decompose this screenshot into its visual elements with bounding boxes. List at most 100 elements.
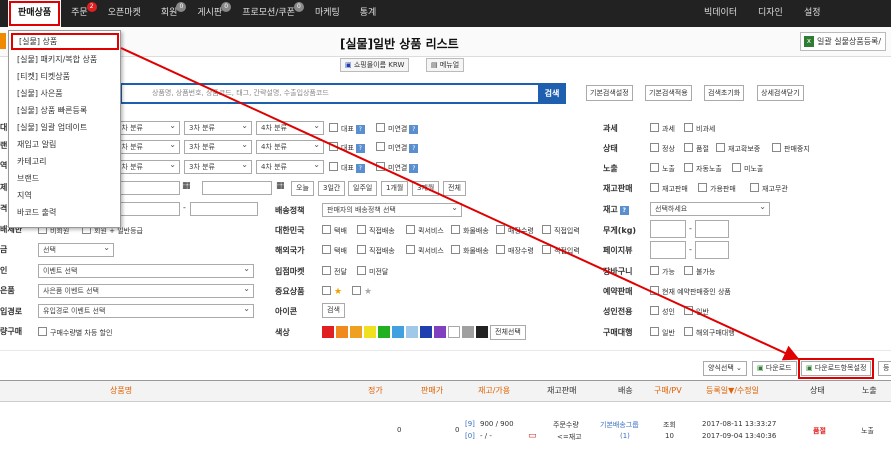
menu-item-quick-register[interactable]: [실물] 상품 빠른등록: [17, 105, 87, 116]
nav-marketing[interactable]: 마케팅: [305, 0, 350, 27]
menu-item-ticket[interactable]: [티켓] 티켓상품: [17, 71, 70, 82]
not-important-checkbox[interactable]: ★: [352, 286, 372, 297]
help-icon[interactable]: ?: [355, 125, 365, 134]
download-button[interactable]: ▣ 다운로드: [752, 361, 797, 376]
color-swatch[interactable]: [420, 326, 432, 338]
help-icon[interactable]: ?: [409, 144, 419, 153]
help-icon[interactable]: ?: [409, 164, 419, 173]
stock-any-checkbox[interactable]: 재고무관: [750, 183, 788, 194]
download-setting-button[interactable]: ▣ 다운로드항목설정: [797, 358, 875, 379]
date-week-button[interactable]: 일주일: [348, 181, 378, 196]
category-3-select[interactable]: 3차 분류: [184, 120, 252, 135]
domestic-freight-checkbox[interactable]: 화물배송: [451, 225, 489, 236]
color-swatch[interactable]: [322, 326, 334, 338]
status-soldout-checkbox[interactable]: 품절: [684, 143, 709, 154]
tax-checkbox[interactable]: 과세: [650, 123, 675, 134]
menu-item-category[interactable]: 카테고리: [17, 156, 46, 167]
domestic-store-checkbox[interactable]: 매장수령: [496, 225, 534, 236]
basic-search-setting-button[interactable]: 기본검색설정: [586, 85, 633, 101]
nav-design[interactable]: 디자인: [758, 0, 783, 27]
overseas-store-checkbox[interactable]: 매장수령: [496, 245, 534, 256]
nav-orders[interactable]: 주문 2: [61, 0, 98, 27]
openmarket-sent-checkbox[interactable]: 전달: [322, 266, 347, 277]
date-to-input[interactable]: [202, 181, 272, 195]
menu-item-brand[interactable]: 브랜드: [17, 173, 39, 184]
date-3days-button[interactable]: 3일간: [318, 181, 346, 196]
side-tab[interactable]: [0, 33, 6, 49]
form-select[interactable]: 양식선택 ⌄: [703, 361, 747, 376]
stock-sale-checkbox[interactable]: 재고판매: [650, 183, 688, 194]
pageview-max-input[interactable]: [695, 241, 729, 259]
cell-ship-group[interactable]: 기본배송그룹: [600, 420, 639, 430]
rep-checkbox[interactable]: 대표?: [329, 142, 365, 153]
color-select-all-button[interactable]: 전체선택: [490, 325, 526, 340]
stock-select[interactable]: 선택하세요: [650, 201, 770, 216]
date-today-button[interactable]: 오늘: [291, 181, 314, 196]
color-swatch[interactable]: [364, 326, 376, 338]
bulk-discount-checkbox[interactable]: 구매수량별 차등 할인: [38, 327, 112, 338]
cart-yes-checkbox[interactable]: 가능: [650, 266, 675, 277]
col-name[interactable]: 상품명: [110, 380, 132, 402]
overseas-quick-checkbox[interactable]: 퀵서비스: [406, 245, 444, 256]
pageview-min-input[interactable]: [650, 241, 686, 259]
menu-item-product[interactable]: [실물] 상품: [11, 33, 119, 50]
menu-item-region[interactable]: 지역: [17, 190, 32, 201]
overseas-direct-checkbox[interactable]: 직접배송: [357, 245, 395, 256]
color-swatch[interactable]: [406, 326, 418, 338]
basic-search-apply-button[interactable]: 기본검색적용: [645, 85, 692, 101]
taxfree-checkbox[interactable]: 비과세: [684, 123, 715, 134]
color-swatch[interactable]: [462, 326, 474, 338]
cart-no-checkbox[interactable]: 불가능: [684, 266, 715, 277]
nav-bigdata[interactable]: 빅데이터: [704, 0, 737, 27]
icon-search-button[interactable]: 검색: [322, 303, 345, 318]
nav-openmarket[interactable]: 오픈마켓: [98, 0, 151, 27]
general-checkbox[interactable]: 일반: [684, 306, 709, 317]
adult-checkbox[interactable]: 성인: [650, 306, 675, 317]
date-from-input[interactable]: [120, 181, 180, 195]
col-sale[interactable]: 판매가: [421, 380, 443, 402]
color-swatch[interactable]: [378, 326, 390, 338]
menu-item-barcode[interactable]: 바코드 출력: [17, 207, 56, 218]
category-2-select[interactable]: 2차 분류: [112, 139, 180, 154]
col-price[interactable]: 정가: [368, 380, 383, 402]
shop-select[interactable]: ▣ 쇼핑몰이름 KRW: [340, 58, 410, 72]
weight-max-input[interactable]: [695, 220, 729, 238]
help-icon[interactable]: ?: [355, 144, 365, 153]
color-swatch[interactable]: [350, 326, 362, 338]
rep-checkbox[interactable]: 대표?: [329, 123, 365, 134]
overseas-parcel-checkbox[interactable]: 택배: [322, 245, 347, 256]
weight-min-input[interactable]: [650, 220, 686, 238]
inflow-event-select[interactable]: 유입경로 이벤트 선택: [38, 303, 254, 318]
nav-members[interactable]: 회원 0: [151, 0, 188, 27]
domestic-direct-checkbox[interactable]: 직접배송: [357, 225, 395, 236]
expose-checkbox[interactable]: 노출: [650, 163, 675, 174]
cell-avail-link[interactable]: [0]: [465, 432, 475, 440]
menu-item-restock-alert[interactable]: 재입고 알림: [17, 139, 56, 150]
color-swatch[interactable]: [392, 326, 404, 338]
nav-promotion[interactable]: 프로모션/쿠폰 0: [232, 0, 305, 27]
rep-checkbox[interactable]: 대표?: [329, 162, 365, 173]
search-reset-button[interactable]: 검색초기화: [704, 85, 745, 101]
shipping-select[interactable]: 판매자의 배송정책 선택: [322, 202, 462, 217]
unlinked-checkbox[interactable]: 미연결?: [376, 123, 419, 134]
search-button[interactable]: 검색: [538, 83, 566, 104]
category-2-select[interactable]: 2차 분류: [112, 120, 180, 135]
manual-button[interactable]: ▤ 메뉴얼: [426, 58, 465, 72]
date-month-button[interactable]: 1개월: [381, 181, 409, 196]
nav-settings[interactable]: 설정: [804, 0, 821, 27]
menu-item-gift[interactable]: [실물] 사은품: [17, 88, 63, 99]
gift-event-select[interactable]: 사은품 이벤트 선택: [38, 283, 254, 298]
openmarket-unsent-checkbox[interactable]: 미전달: [357, 266, 388, 277]
menu-item-bulk-update[interactable]: [실물] 일괄 업데이트: [17, 122, 87, 133]
col-date[interactable]: 등록일▼/수정일: [706, 380, 759, 402]
category-4-select[interactable]: 4차 분류: [256, 159, 324, 174]
date-all-button[interactable]: 전체: [443, 181, 466, 196]
memo-icon[interactable]: ▭: [528, 431, 537, 441]
cell-stock-link[interactable]: [9]: [465, 420, 475, 428]
status-stopped-checkbox[interactable]: 판매중지: [772, 143, 810, 154]
status-normal-checkbox[interactable]: 정상: [650, 143, 675, 154]
date-3month-button[interactable]: 3개월: [412, 181, 440, 196]
price-min-input[interactable]: [120, 202, 180, 216]
col-stock[interactable]: 재고/가용: [478, 380, 510, 402]
autoexpose-checkbox[interactable]: 자동노출: [684, 163, 722, 174]
